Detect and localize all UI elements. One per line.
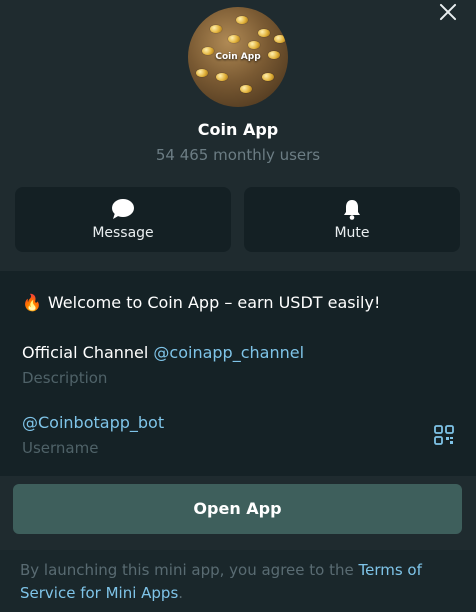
terms-suffix: . [178,584,184,602]
app-name: Coin App [197,120,279,139]
fire-icon: 🔥 [22,293,42,312]
channel-caption: Description [22,369,108,387]
mute-button[interactable]: Mute [244,187,460,252]
username-link[interactable]: @Coinbotapp_bot [22,413,164,432]
channel-prefix: Official Channel [22,343,154,362]
info-panel: 🔥 Welcome to Coin App – earn USDT easily!… [0,271,476,476]
message-icon [111,198,135,224]
qr-code-icon[interactable] [434,425,454,445]
close-icon[interactable] [438,2,458,22]
avatar-label: Coin App [215,52,261,62]
message-label: Message [92,225,154,241]
app-avatar: Coin App [188,7,288,107]
terms-prefix: By launching this mini app, you agree to… [20,561,359,579]
open-app-button[interactable]: Open App [13,484,462,534]
terms-text: By launching this mini app, you agree to… [20,559,440,605]
welcome-text: Welcome to Coin App – earn USDT easily! [47,293,381,312]
monthly-users: 54 465 monthly users [155,146,321,164]
username-caption: Username [22,439,99,457]
channel-row: Official Channel @coinapp_channel [22,343,304,362]
bell-icon [341,198,363,224]
welcome-message: 🔥 Welcome to Coin App – earn USDT easily! [22,293,380,312]
mute-label: Mute [334,225,370,241]
channel-link[interactable]: @coinapp_channel [153,343,304,362]
message-button[interactable]: Message [15,187,231,252]
